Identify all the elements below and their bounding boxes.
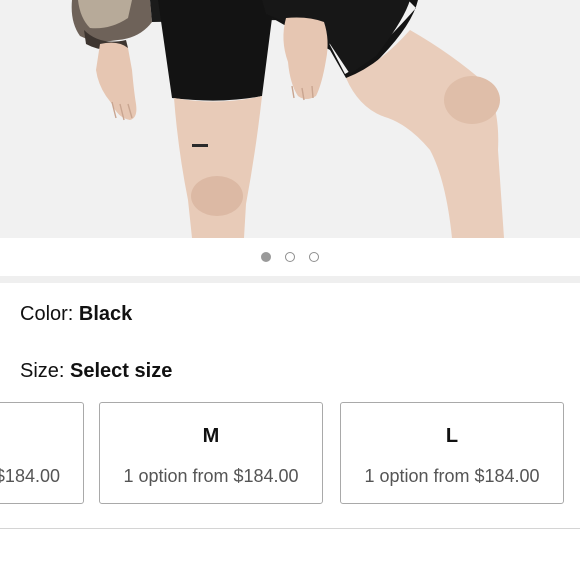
model-photo-illustration [0, 0, 580, 238]
color-value: Black [78, 303, 133, 325]
size-card-price: 1 option from $184.00 [364, 466, 540, 486]
size-option: Size: Select size [20, 359, 172, 383]
product-page: Color: Black Size: Select size S $184.00… [0, 0, 580, 580]
size-card-price: 1 option from $184.00 [123, 466, 299, 486]
carousel-dot-3[interactable] [309, 252, 319, 262]
section-divider [0, 276, 580, 283]
size-selector: S $184.00 M 1 option from $184.00 L 1 op… [0, 402, 580, 506]
carousel-pagination [0, 238, 580, 276]
size-card-name: M [202, 425, 220, 447]
size-card-s[interactable]: S $184.00 [0, 402, 84, 504]
size-label: Size: [20, 360, 65, 382]
carousel-dot-2[interactable] [285, 252, 295, 262]
carousel-dot-1[interactable] [261, 252, 271, 262]
size-card-name: S [0, 424, 83, 448]
color-label: Color: [20, 303, 74, 325]
size-card-m[interactable]: M 1 option from $184.00 [99, 402, 323, 504]
size-card-l[interactable]: L 1 option from $184.00 [340, 402, 564, 504]
size-value: Select size [70, 360, 173, 382]
product-image[interactable] [0, 0, 580, 238]
size-card-name: L [445, 425, 459, 447]
color-option: Color: Black [20, 302, 132, 326]
bottom-divider [0, 528, 580, 529]
size-card-price: $184.00 [0, 466, 60, 486]
